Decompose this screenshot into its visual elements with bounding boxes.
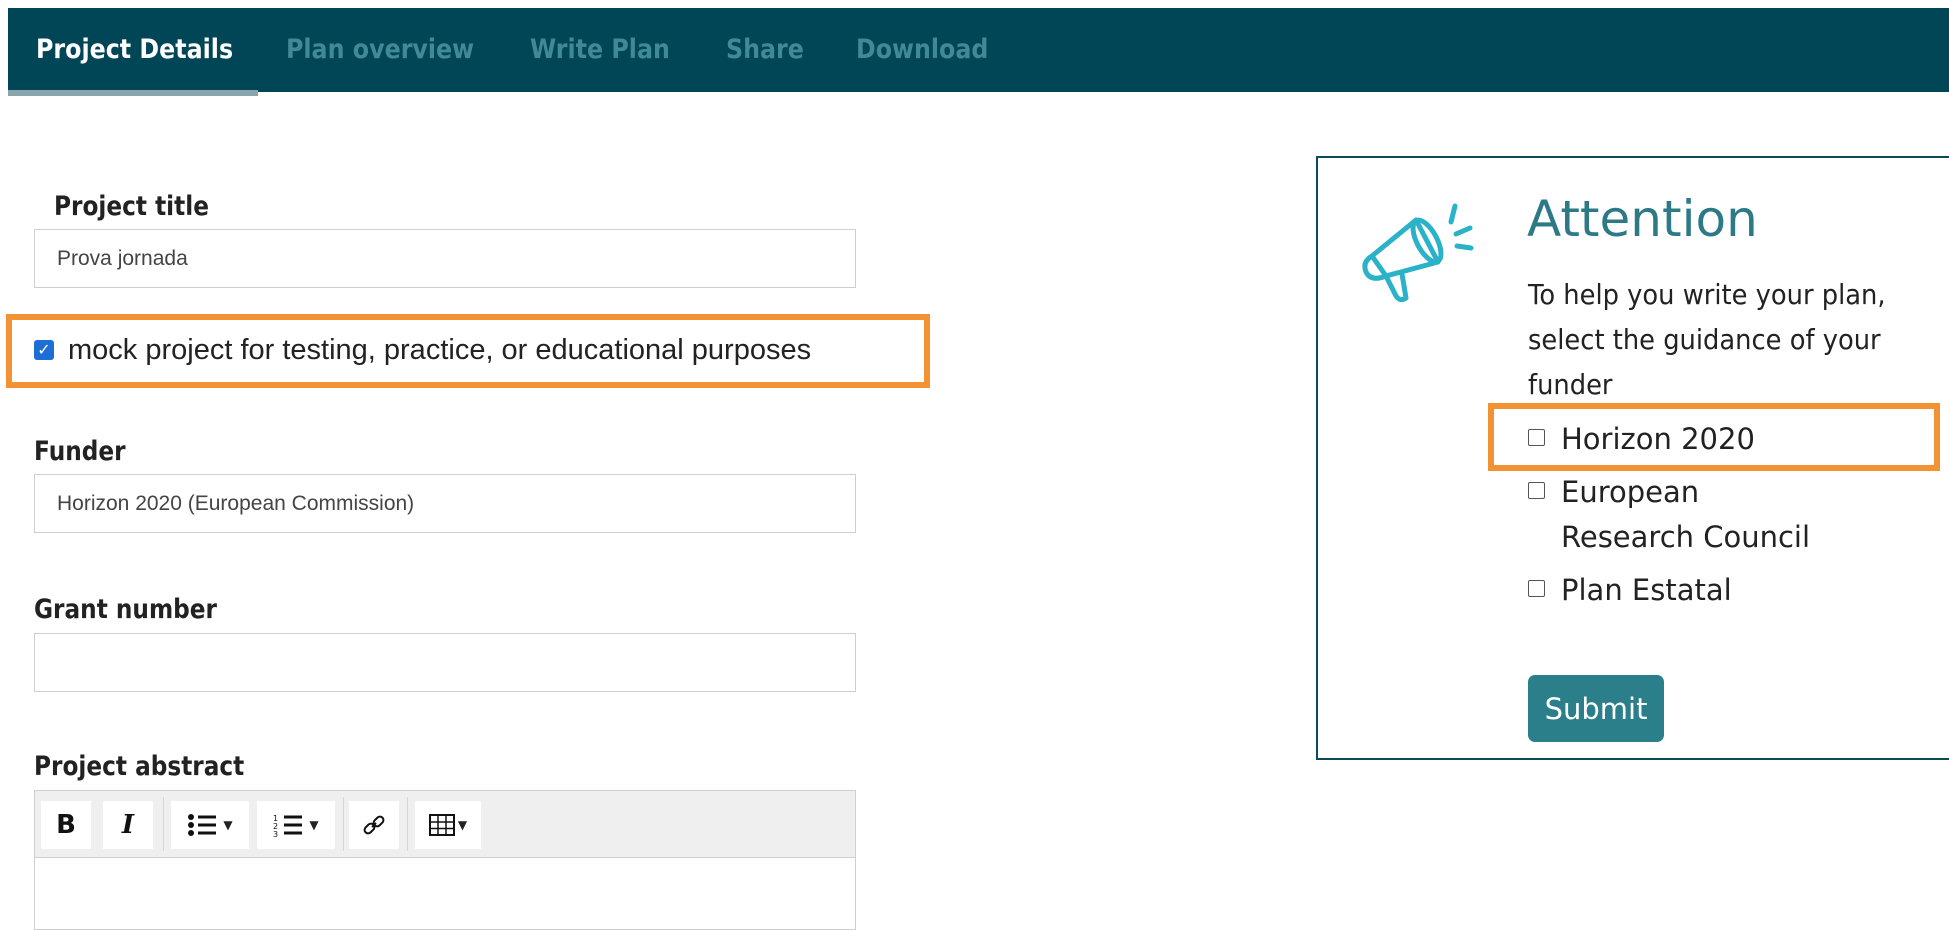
tab-download[interactable]: Download [856, 8, 988, 92]
top-navigation: Project Details Plan overview Write Plan… [8, 8, 1949, 96]
italic-button[interactable]: I [103, 801, 153, 849]
project-title-input[interactable]: Prova jornada [34, 229, 856, 288]
chevron-down-icon: ▼ [309, 818, 319, 832]
guidance-option-label: Plan Estatal [1561, 573, 1732, 607]
grant-number-input[interactable] [34, 633, 856, 692]
tab-plan-overview[interactable]: Plan overview [286, 8, 474, 92]
toolbar-separator [163, 797, 164, 851]
guidance-option-label: European Research Council [1561, 475, 1811, 554]
mock-project-label: mock project for testing, practice, or e… [68, 333, 812, 366]
svg-text:3: 3 [273, 830, 278, 837]
chevron-down-icon: ▼ [223, 818, 233, 832]
mock-project-checkbox-row[interactable]: ✓ mock project for testing, practice, or… [34, 330, 811, 370]
chevron-down-icon: ▼ [457, 818, 468, 832]
guidance-option-plan-estatal[interactable]: Plan Estatal [1528, 568, 1732, 613]
bulleted-list-icon [188, 814, 217, 836]
grant-number-label: Grant number [34, 594, 217, 625]
guidance-option-label: Horizon 2020 [1561, 422, 1755, 456]
toolbar-separator [343, 797, 344, 851]
guidance-checkbox[interactable] [1528, 482, 1545, 499]
funder-input[interactable]: Horizon 2020 (European Commission) [34, 474, 856, 533]
funder-label: Funder [34, 436, 126, 467]
numbered-list-icon: 1 2 3 [273, 814, 303, 837]
tab-share[interactable]: Share [726, 8, 804, 92]
guidance-option-european-research-council[interactable]: European Research Council [1528, 470, 1848, 560]
active-tab-indicator [8, 90, 258, 96]
tab-project-details[interactable]: Project Details [36, 8, 233, 92]
link-button[interactable] [349, 801, 399, 849]
numbered-list-button[interactable]: 1 2 3 ▼ [257, 801, 335, 849]
tab-write-plan[interactable]: Write Plan [530, 8, 670, 92]
attention-message: To help you write your plan, select the … [1528, 278, 1886, 401]
submit-button[interactable]: Submit [1528, 675, 1664, 742]
toolbar-separator [407, 797, 408, 851]
guidance-checkbox[interactable] [1528, 580, 1545, 597]
bold-button[interactable]: B [41, 801, 91, 849]
link-icon [363, 815, 385, 835]
guidance-checkbox[interactable] [1528, 429, 1545, 446]
guidance-option-horizon-2020[interactable]: Horizon 2020 [1528, 417, 1755, 462]
table-button[interactable]: ▼ [415, 801, 481, 849]
bulleted-list-button[interactable]: ▼ [171, 801, 249, 849]
table-icon [428, 814, 455, 836]
mock-project-checkbox[interactable]: ✓ [34, 340, 54, 360]
project-abstract-label: Project abstract [34, 751, 245, 782]
editor-toolbar: B I ▼ 1 2 3 ▼ ▼ [35, 791, 855, 858]
megaphone-icon [1362, 203, 1474, 303]
abstract-editor[interactable]: B I ▼ 1 2 3 ▼ ▼ [34, 790, 856, 930]
project-title-label: Project title [54, 191, 209, 222]
attention-title: Attention [1527, 190, 1758, 248]
